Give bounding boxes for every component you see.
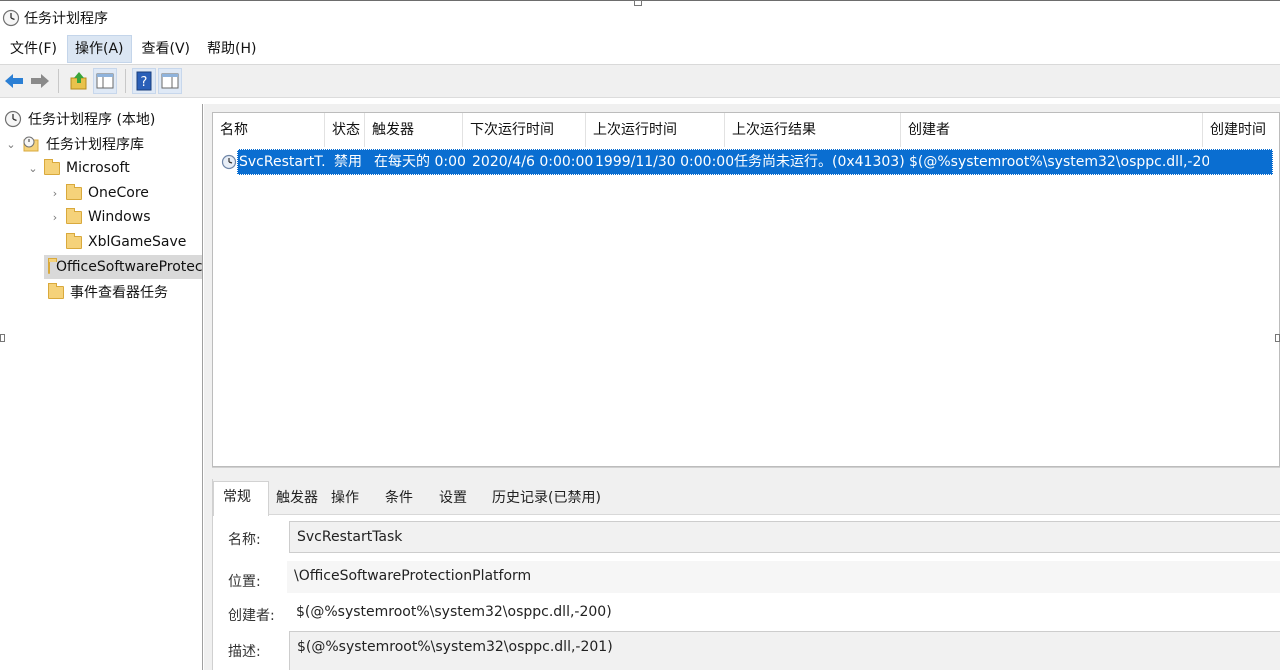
folder-icon [66,207,82,224]
folder-icon [44,158,60,175]
toolbar-separator [58,69,59,93]
menu-bar: 文件(F) 操作(A) 查看(V) 帮助(H) [0,34,1280,64]
list-top-margin [212,104,1280,112]
task-scheduler-clock-icon [2,9,20,26]
toolbar-separator [125,69,126,93]
folder-icon [48,282,64,299]
window-resize-handle[interactable] [634,0,642,6]
menu-file[interactable]: 文件(F) [3,35,64,63]
author-label: 创建者: [228,608,275,624]
chevron-right-icon[interactable]: › [48,187,62,200]
tab-general[interactable]: 常规 [213,481,269,516]
tree-item-label: 事件查看器任务 [70,285,168,301]
name-label: 名称: [228,532,261,548]
location-value: \OfficeSoftwareProtectionPlatform [287,561,1280,593]
task-clock-icon [221,154,237,170]
column-header-author[interactable]: 创建者 [901,113,1203,147]
tree-item-windows[interactable]: › Windows [48,205,151,229]
tree-item-microsoft[interactable]: ⌄ Microsoft [26,156,130,180]
toolbar: ? [0,64,1280,98]
tab-triggers[interactable]: 触发器 [276,483,328,515]
chevron-right-icon[interactable]: › [48,211,62,224]
tab-history[interactable]: 历史记录(已禁用) [492,483,622,515]
description-label: 描述: [228,644,261,660]
tree-item-label: 任务计划程序库 [46,137,144,153]
back-arrow-icon [5,74,23,88]
right-resize-handle[interactable] [1275,334,1280,342]
chevron-down-icon[interactable]: ⌄ [4,138,18,151]
tab-settings[interactable]: 设置 [439,483,479,515]
forward-arrow-icon [31,74,49,88]
tree-item-officesoftwareprotection[interactable]: OfficeSoftwareProtec [44,255,202,279]
column-header-name[interactable]: 名称 [213,113,325,147]
up-folder-icon [70,72,87,90]
cell-created [1211,149,1271,175]
details-tab-bar: 常规 触发器 操作 条件 设置 历史记录(已禁用) [213,479,1280,516]
clock-icon [4,110,22,128]
left-resize-handle[interactable] [0,334,5,342]
window-title: 任务计划程序 [24,10,108,27]
tab-conditions[interactable]: 条件 [385,483,425,515]
console-tree: 任务计划程序 (本地) ⌄ 任务计划程序库 ⌄ Microsoft › OneC… [0,104,203,670]
vertical-splitter[interactable] [204,104,212,670]
menu-view[interactable]: 查看(V) [135,35,198,63]
cell-last-result: 任务尚未运行。(0x41303) [734,154,905,170]
tree-item-label: OfficeSoftwareProtec [56,259,202,275]
cell-name: SvcRestartT... [239,154,327,170]
tree-item-root[interactable]: 任务计划程序 (本地) [4,107,155,131]
cell-author: $(@%systemroot%\system32\osppc.dll,-200) [909,154,1209,170]
tree-item-label: OneCore [88,185,149,201]
task-library-icon [23,136,39,152]
help-icon: ? [136,71,152,91]
chevron-down-icon[interactable]: ⌄ [26,162,40,175]
show-hide-console-tree-button[interactable] [93,68,117,94]
tree-item-label: Microsoft [66,160,130,176]
folder-icon [48,257,57,274]
table-row[interactable]: SvcRestartT... 禁用 在每天的 0:00 2020/4/6 0:0… [219,149,1273,175]
task-details-pane: 常规 触发器 操作 条件 设置 历史记录(已禁用) 名称: SvcRestart… [212,479,1280,670]
tree-item-label: Windows [88,209,151,225]
column-header-status[interactable]: 状态 [325,113,365,147]
location-label: 位置: [228,574,261,590]
tree-item-xblgamesave[interactable]: XblGameSave [48,230,186,254]
tree-item-label: XblGameSave [88,234,187,250]
cell-next-run: 2020/4/6 0:00:00 [472,154,594,170]
menu-action[interactable]: 操作(A) [66,35,132,63]
svg-text:?: ? [141,75,148,90]
column-header-trigger[interactable]: 触发器 [365,113,463,147]
column-header-last-result[interactable]: 上次运行结果 [725,113,901,147]
tab-actions[interactable]: 操作 [331,483,371,515]
cell-trigger: 在每天的 0:00 [374,154,466,170]
cell-status: 禁用 [334,154,362,170]
horizontal-splitter[interactable] [212,467,1280,479]
description-field[interactable]: $(@%systemroot%\system32\osppc.dll,-201) [289,631,1280,670]
menu-help[interactable]: 帮助(H) [200,35,263,63]
column-header-created[interactable]: 创建时间 [1203,113,1279,147]
cell-last-run: 1999/11/30 0:00:00 [595,154,733,170]
tree-item-onecore[interactable]: › OneCore [48,181,149,205]
up-one-level-button[interactable] [67,68,91,94]
back-button[interactable] [2,68,26,94]
show-hide-action-pane-button[interactable] [158,68,182,94]
author-field[interactable]: $(@%systemroot%\system32\osppc.dll,-200) [289,597,1280,629]
folder-icon [66,232,82,249]
tree-item-label: 任务计划程序 (本地) [28,112,156,128]
forward-button[interactable] [28,68,52,94]
folder-icon [66,183,82,200]
column-header-last-run[interactable]: 上次运行时间 [586,113,725,147]
help-button[interactable]: ? [132,68,156,94]
title-bar: 任务计划程序 [0,0,1280,34]
console-tree-icon [96,73,114,89]
name-field[interactable]: SvcRestartTask [289,521,1280,553]
action-pane-icon [161,73,179,89]
task-list: 名称 状态 触发器 下次运行时间 上次运行时间 上次运行结果 创建者 创建时间 … [212,112,1280,467]
column-header-next-run[interactable]: 下次运行时间 [463,113,586,147]
tree-item-event-viewer-tasks[interactable]: 事件查看器任务 [48,280,168,304]
tree-item-library[interactable]: ⌄ 任务计划程序库 [4,132,144,156]
